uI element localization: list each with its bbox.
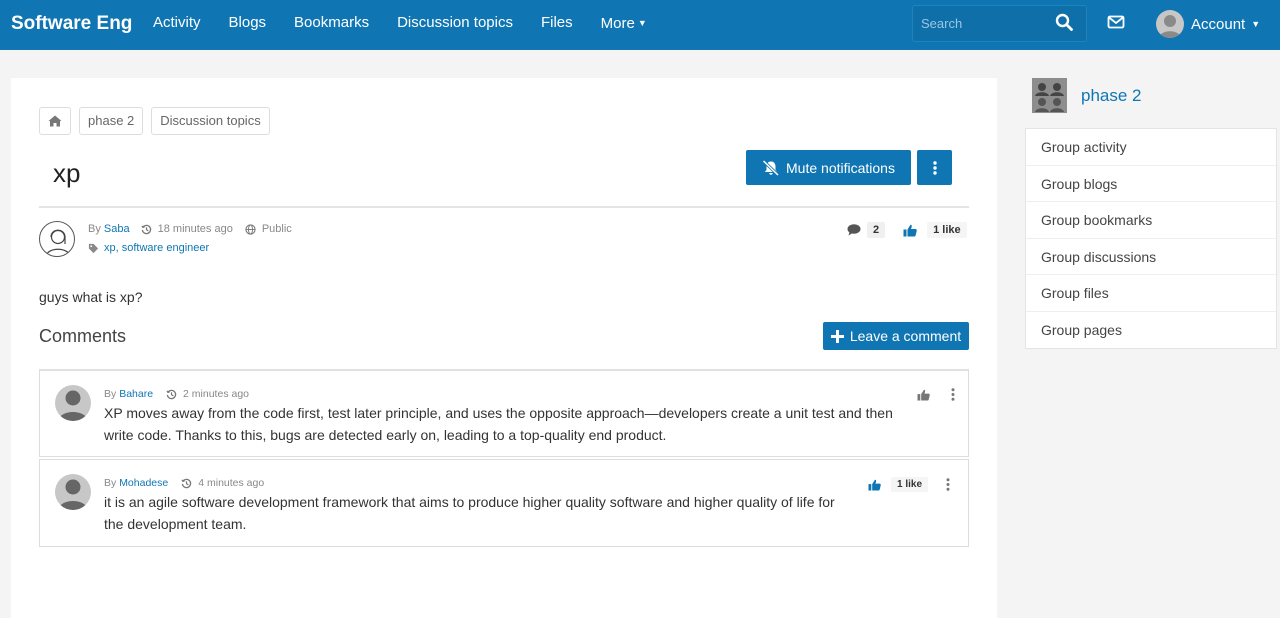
topic-options-button[interactable] xyxy=(917,150,952,185)
breadcrumb-group[interactable]: phase 2 xyxy=(79,107,144,135)
comment-item: By Mohadese 4 minutes ago it is an agile… xyxy=(39,459,969,547)
comment-count: 2 xyxy=(867,222,886,238)
group-menu: Group activity Group blogs Group bookmar… xyxy=(1025,128,1277,349)
account-menu[interactable]: Account ▼ xyxy=(1156,9,1260,39)
tags-list[interactable]: xp, software engineer xyxy=(104,242,209,254)
bell-slash-icon xyxy=(762,159,780,176)
nav-more[interactable]: More ▼ xyxy=(587,0,661,50)
nav-blogs[interactable]: Blogs xyxy=(215,0,281,50)
history-icon xyxy=(141,224,152,235)
comment-options-button[interactable] xyxy=(946,478,950,491)
topic-tags: xp, software engineer xyxy=(88,242,209,254)
search-icon[interactable] xyxy=(1055,13,1075,33)
author-link[interactable]: Saba xyxy=(104,223,130,235)
caret-down-icon: ▼ xyxy=(637,18,647,28)
commenter-avatar[interactable] xyxy=(55,385,91,421)
by-prefix: By xyxy=(104,388,117,400)
mute-notifications-button[interactable]: Mute notifications xyxy=(746,150,911,185)
sidebar-item-group-blogs[interactable]: Group blogs xyxy=(1026,166,1276,202)
group-avatar[interactable] xyxy=(1032,78,1067,113)
sidebar-item-group-pages[interactable]: Group pages xyxy=(1026,312,1276,349)
comment-author-link[interactable]: Mohadese xyxy=(119,477,168,489)
kebab-menu-icon xyxy=(946,478,950,491)
kebab-menu-icon xyxy=(951,388,955,401)
group-name-link[interactable]: phase 2 xyxy=(1081,86,1142,106)
plus-icon xyxy=(830,329,844,343)
account-label: Account xyxy=(1191,15,1246,33)
breadcrumb-home[interactable] xyxy=(39,107,71,135)
leave-comment-label: Leave a comment xyxy=(849,328,962,344)
site-brand[interactable]: Software Eng xyxy=(11,13,132,35)
search-box xyxy=(912,5,1087,42)
title-divider xyxy=(39,206,969,208)
comment-actions: 1 like xyxy=(868,477,950,492)
comments-heading: Comments xyxy=(39,326,127,346)
comment-actions xyxy=(917,388,955,401)
comment-time: 4 minutes ago xyxy=(198,477,265,489)
comment-like-count[interactable]: 1 like xyxy=(891,477,929,492)
page-title: xp xyxy=(53,158,81,188)
comment-time: 2 minutes ago xyxy=(183,388,250,400)
sidebar-item-group-discussions[interactable]: Group discussions xyxy=(1026,239,1276,275)
topic-meta: By Saba 18 minutes ago Public xyxy=(88,223,292,235)
topic-stats: 2 1 like xyxy=(847,222,967,238)
kebab-menu-icon xyxy=(932,160,937,175)
globe-icon xyxy=(245,223,256,235)
mute-notifications-label: Mute notifications xyxy=(786,159,895,176)
by-prefix: By xyxy=(88,223,101,235)
nav-more-label: More xyxy=(600,15,635,32)
by-prefix: By xyxy=(104,477,117,489)
nav-discussion-topics[interactable]: Discussion topics xyxy=(383,0,527,50)
envelope-icon[interactable] xyxy=(1107,14,1127,32)
tag-icon xyxy=(88,243,99,254)
main-content: phase 2 Discussion topics xp Mute notifi… xyxy=(11,78,997,618)
thumbs-up-icon[interactable] xyxy=(917,389,930,401)
thumbs-up-icon[interactable] xyxy=(903,224,917,237)
comment-item: By Bahare 2 minutes ago XP moves away fr… xyxy=(39,369,969,457)
search-input[interactable] xyxy=(913,6,1051,41)
nav-files[interactable]: Files xyxy=(527,0,587,50)
comment-author-link[interactable]: Bahare xyxy=(119,388,153,400)
post-body: guys what is xp? xyxy=(39,289,143,305)
home-icon xyxy=(48,115,62,127)
leave-comment-button[interactable]: Leave a comment xyxy=(823,322,969,350)
access-level: Public xyxy=(261,223,292,235)
breadcrumb-discussion-topics[interactable]: Discussion topics xyxy=(151,107,270,135)
author-avatar[interactable] xyxy=(39,221,75,257)
sidebar-item-group-files[interactable]: Group files xyxy=(1026,275,1276,312)
group-header: phase 2 xyxy=(1032,78,1142,113)
user-avatar-icon xyxy=(1156,10,1184,38)
comment-text: XP moves away from the code first, test … xyxy=(104,405,893,443)
comment-meta: By Bahare 2 minutes ago xyxy=(104,388,249,400)
top-navbar: Software Eng Activity Blogs Bookmarks Di… xyxy=(0,0,1280,50)
topic-time: 18 minutes ago xyxy=(157,223,233,235)
comment-options-button[interactable] xyxy=(951,388,955,401)
comment-bubble-icon[interactable] xyxy=(847,224,861,236)
nav-bookmarks[interactable]: Bookmarks xyxy=(280,0,383,50)
comment-meta: By Mohadese 4 minutes ago xyxy=(104,477,264,489)
caret-down-icon: ▼ xyxy=(1251,19,1261,29)
history-icon xyxy=(166,389,177,400)
history-icon xyxy=(181,478,192,489)
main-nav: Activity Blogs Bookmarks Discussion topi… xyxy=(139,0,661,50)
commenter-avatar[interactable] xyxy=(55,474,91,510)
sidebar-item-group-activity[interactable]: Group activity xyxy=(1026,129,1276,166)
thumbs-up-icon[interactable] xyxy=(868,479,881,491)
nav-activity[interactable]: Activity xyxy=(139,0,215,50)
comment-text: it is an agile software development fram… xyxy=(104,494,835,532)
sidebar-item-group-bookmarks[interactable]: Group bookmarks xyxy=(1026,202,1276,239)
like-count[interactable]: 1 like xyxy=(927,222,967,238)
breadcrumb: phase 2 Discussion topics xyxy=(39,107,270,135)
